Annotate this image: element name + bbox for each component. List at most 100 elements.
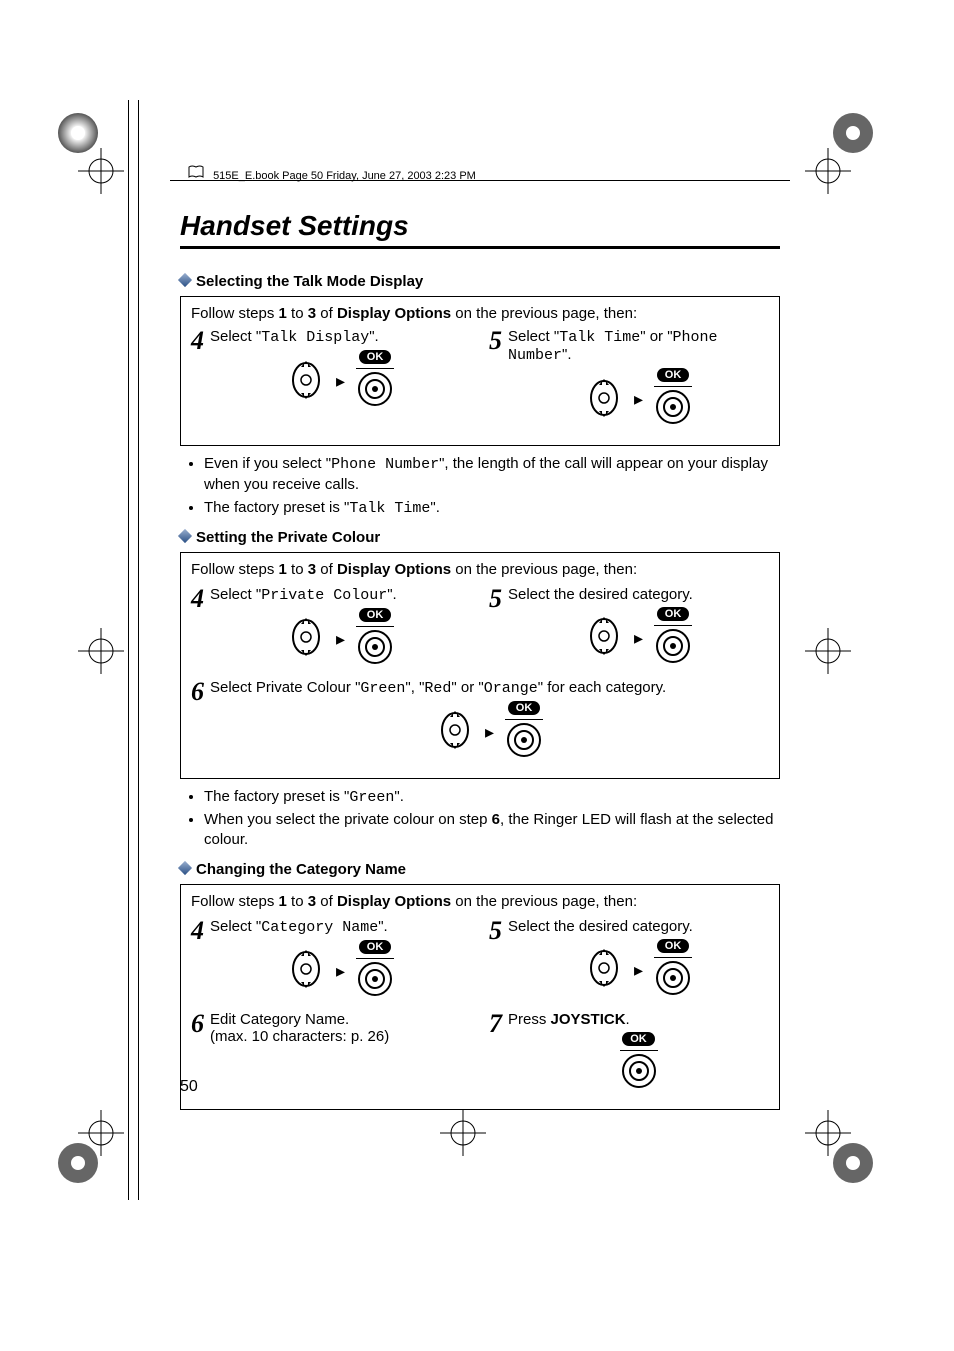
ok-badge: OK: [359, 940, 392, 954]
joystick-icon: [355, 627, 395, 671]
step-number: 5: [489, 918, 502, 944]
bullet-item: The factory preset is "Talk Time".: [204, 498, 780, 519]
step-text: Select Private Colour ": [210, 679, 360, 696]
bullet-item: Even if you select "Phone Number", the l…: [204, 454, 780, 496]
step: 7 Press JOYSTICK. OK: [489, 1011, 769, 1095]
step-subtext: (max. 10 characters: p. 26): [210, 1028, 471, 1045]
ok-control: OK: [619, 1032, 659, 1095]
nav-up-down-icon: [286, 949, 326, 993]
section-heading: Changing the Category Name: [180, 861, 780, 878]
joystick-icon: [355, 959, 395, 1003]
bullet-item: When you select the private colour on st…: [204, 810, 780, 851]
step-number: 6: [191, 679, 204, 705]
step-mono: Talk Display: [261, 329, 369, 346]
joystick-icon: [355, 369, 395, 413]
step-number: 7: [489, 1011, 502, 1037]
arrow-right-icon: ▸: [634, 960, 643, 981]
step-text: Select the desired category.: [508, 918, 693, 935]
arrow-right-icon: ▸: [634, 628, 643, 649]
nav-up-down-icon: [286, 617, 326, 661]
step: 4 Select "Private Colour". ▸ OK: [191, 586, 471, 671]
box-intro: Follow steps 1 to 3 of Display Options o…: [191, 893, 769, 910]
arrow-right-icon: ▸: [336, 629, 345, 650]
ok-badge: OK: [657, 607, 690, 621]
ok-badge: OK: [622, 1032, 655, 1046]
step: 5 Select the desired category. ▸ OK: [489, 586, 769, 671]
step-text: ", ": [405, 679, 424, 696]
arrow-right-icon: ▸: [336, 961, 345, 982]
registration-mark-icon: [78, 628, 124, 678]
diamond-icon: [178, 860, 192, 874]
nav-up-down-icon: [286, 360, 326, 404]
crop-line: [128, 100, 129, 1200]
step-number: 6: [191, 1011, 204, 1037]
step-text: Select ": [210, 328, 261, 345]
bullet-item: The factory preset is "Green".: [204, 787, 780, 808]
ok-badge: OK: [508, 701, 541, 715]
joystick-icon: [653, 626, 693, 670]
ok-control: OK: [355, 940, 395, 1003]
registration-mark-icon: [440, 1110, 486, 1160]
nav-up-down-icon: [584, 616, 624, 660]
step: 6 Edit Category Name.(max. 10 characters…: [191, 1011, 471, 1095]
title-underline: [180, 246, 780, 249]
donut-icon: [830, 1140, 876, 1190]
nav-up-down-icon: [584, 378, 624, 422]
ok-control: OK: [653, 607, 693, 670]
ok-control: OK: [653, 939, 693, 1002]
joystick-icon: [653, 958, 693, 1002]
step: 6 Select Private Colour "Green", "Red" o…: [191, 679, 769, 764]
registration-mark-icon: [805, 628, 851, 678]
instruction-box: Follow steps 1 to 3 of Display Options o…: [180, 552, 780, 779]
instruction-box: Follow steps 1 to 3 of Display Options o…: [180, 884, 780, 1110]
step-mono: Private Colour: [261, 587, 387, 604]
donut-icon: [830, 110, 876, 160]
step-text: Select ": [508, 328, 559, 345]
section-heading: Selecting the Talk Mode Display: [180, 273, 780, 290]
step-text: Select ": [210, 918, 261, 935]
joystick-icon: [619, 1051, 659, 1095]
step-text: " for each category.: [538, 679, 666, 696]
diamond-icon: [178, 529, 192, 543]
step-text: Select ": [210, 586, 261, 603]
step-number: 5: [489, 328, 502, 354]
section-heading: Setting the Private Colour: [180, 529, 780, 546]
step-text: " or ": [451, 679, 483, 696]
bullet-list: The factory preset is "Green".When you s…: [194, 787, 780, 851]
arrow-right-icon: ▸: [336, 371, 345, 392]
bullet-list: Even if you select "Phone Number", the l…: [194, 454, 780, 519]
box-intro: Follow steps 1 to 3 of Display Options o…: [191, 561, 769, 578]
nav-up-down-icon: [584, 948, 624, 992]
step: 4 Select "Talk Display". ▸ OK: [191, 328, 471, 431]
diamond-icon: [178, 273, 192, 287]
joystick-icon: [653, 387, 693, 431]
step-mono: Talk Time: [559, 329, 640, 346]
step-mono: Green: [360, 680, 405, 697]
ok-badge: OK: [657, 939, 690, 953]
ok-control: OK: [355, 608, 395, 671]
donut-icon: [55, 110, 101, 160]
step-text: Press: [508, 1011, 551, 1028]
step-text: ".: [387, 586, 397, 603]
ok-control: OK: [653, 368, 693, 431]
step-bold: JOYSTICK: [551, 1011, 626, 1028]
step: 4 Select "Category Name". ▸ OK: [191, 918, 471, 1003]
step-text: .: [626, 1011, 630, 1028]
step-mono: Red: [424, 680, 451, 697]
step: 5 Select "Talk Time" or "Phone Number". …: [489, 328, 769, 431]
nav-up-down-icon: [435, 710, 475, 754]
ok-badge: OK: [359, 608, 392, 622]
donut-icon: [55, 1140, 101, 1190]
step-mono: Category Name: [261, 919, 378, 936]
ok-control: OK: [504, 701, 544, 764]
instruction-box: Follow steps 1 to 3 of Display Options o…: [180, 296, 780, 446]
arrow-right-icon: ▸: [485, 722, 494, 743]
ok-badge: OK: [657, 368, 690, 382]
step-text: " or ": [640, 328, 672, 345]
step: 5 Select the desired category. ▸ OK: [489, 918, 769, 1003]
page-number: 50: [180, 1078, 198, 1096]
step-text: ".: [369, 328, 379, 345]
box-intro: Follow steps 1 to 3 of Display Options o…: [191, 305, 769, 322]
step-text: ".: [378, 918, 388, 935]
joystick-icon: [504, 720, 544, 764]
